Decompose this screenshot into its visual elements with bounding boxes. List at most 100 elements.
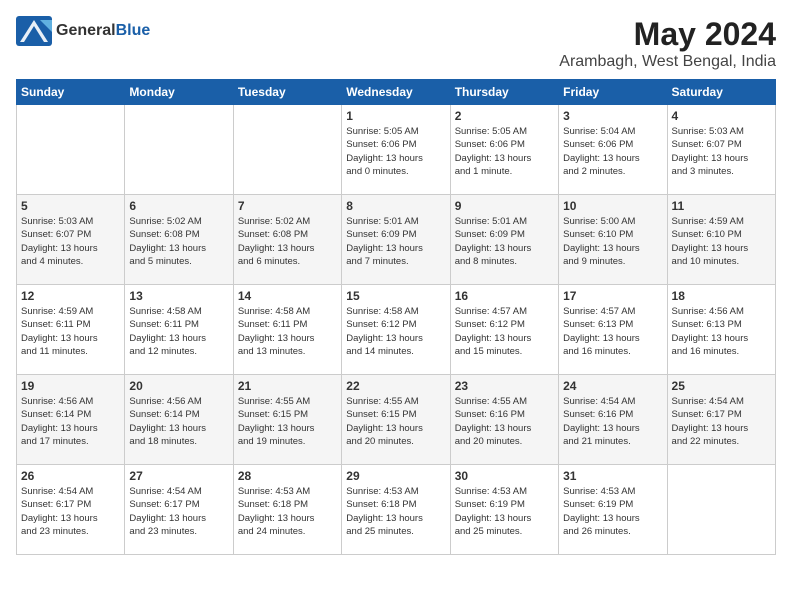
calendar-cell — [667, 465, 775, 555]
day-content: Sunrise: 5:02 AM Sunset: 6:08 PM Dayligh… — [238, 215, 337, 268]
day-content: Sunrise: 5:03 AM Sunset: 6:07 PM Dayligh… — [21, 215, 120, 268]
calendar-cell: 9 Sunrise: 5:01 AM Sunset: 6:09 PM Daylig… — [450, 195, 558, 285]
calendar-cell: 2Sunrise: 5:05 AM Sunset: 6:06 PM Daylig… — [450, 105, 558, 195]
calendar-cell: 13 Sunrise: 4:58 AM Sunset: 6:11 PM Dayli… — [125, 285, 233, 375]
day-number: 31 — [563, 469, 662, 483]
day-number: 6 — [129, 199, 228, 213]
header-tuesday: Tuesday — [233, 80, 341, 105]
calendar-cell: 14 Sunrise: 4:58 AM Sunset: 6:11 PM Dayli… — [233, 285, 341, 375]
day-content: Sunrise: 4:59 AM Sunset: 6:10 PM Dayligh… — [672, 215, 771, 268]
day-content: Sunrise: 5:01 AM Sunset: 6:09 PM Dayligh… — [455, 215, 554, 268]
header-thursday: Thursday — [450, 80, 558, 105]
day-content: Sunrise: 4:53 AM Sunset: 6:19 PM Dayligh… — [563, 485, 662, 538]
day-content: Sunrise: 4:55 AM Sunset: 6:15 PM Dayligh… — [346, 395, 445, 448]
day-content: Sunrise: 4:53 AM Sunset: 6:19 PM Dayligh… — [455, 485, 554, 538]
day-number: 30 — [455, 469, 554, 483]
day-content: Sunrise: 4:55 AM Sunset: 6:16 PM Dayligh… — [455, 395, 554, 448]
day-content: Sunrise: 5:01 AM Sunset: 6:09 PM Dayligh… — [346, 215, 445, 268]
calendar-cell: 6 Sunrise: 5:02 AM Sunset: 6:08 PM Daylig… — [125, 195, 233, 285]
calendar-week-3: 12Sunrise: 4:59 AM Sunset: 6:11 PM Dayli… — [17, 285, 776, 375]
day-number: 23 — [455, 379, 554, 393]
day-content: Sunrise: 5:02 AM Sunset: 6:08 PM Dayligh… — [129, 215, 228, 268]
day-number: 28 — [238, 469, 337, 483]
calendar-cell: 3 Sunrise: 5:04 AM Sunset: 6:06 PM Daylig… — [559, 105, 667, 195]
calendar-cell: 11 Sunrise: 4:59 AM Sunset: 6:10 PM Dayli… — [667, 195, 775, 285]
calendar-cell: 21 Sunrise: 4:55 AM Sunset: 6:15 PM Dayli… — [233, 375, 341, 465]
calendar-cell — [17, 105, 125, 195]
calendar-cell: 25Sunrise: 4:54 AM Sunset: 6:17 PM Dayli… — [667, 375, 775, 465]
calendar-table: SundayMondayTuesdayWednesdayThursdayFrid… — [16, 79, 776, 555]
calendar-cell: 19 Sunrise: 4:56 AM Sunset: 6:14 PM Dayli… — [17, 375, 125, 465]
day-content: Sunrise: 5:03 AM Sunset: 6:07 PM Dayligh… — [672, 125, 771, 178]
day-content: Sunrise: 4:56 AM Sunset: 6:13 PM Dayligh… — [672, 305, 771, 358]
calendar-cell: 20 Sunrise: 4:56 AM Sunset: 6:14 PM Dayli… — [125, 375, 233, 465]
day-number: 20 — [129, 379, 228, 393]
day-content: Sunrise: 4:56 AM Sunset: 6:14 PM Dayligh… — [129, 395, 228, 448]
day-content: Sunrise: 5:04 AM Sunset: 6:06 PM Dayligh… — [563, 125, 662, 178]
calendar-week-1: 1 Sunrise: 5:05 AM Sunset: 6:06 PM Daylig… — [17, 105, 776, 195]
day-content: Sunrise: 4:54 AM Sunset: 6:17 PM Dayligh… — [21, 485, 120, 538]
calendar-cell: 1 Sunrise: 5:05 AM Sunset: 6:06 PM Daylig… — [342, 105, 450, 195]
day-content: Sunrise: 4:53 AM Sunset: 6:18 PM Dayligh… — [238, 485, 337, 538]
calendar-cell: 5 Sunrise: 5:03 AM Sunset: 6:07 PM Daylig… — [17, 195, 125, 285]
calendar-cell: 30 Sunrise: 4:53 AM Sunset: 6:19 PM Dayli… — [450, 465, 558, 555]
calendar-week-5: 26 Sunrise: 4:54 AM Sunset: 6:17 PM Dayli… — [17, 465, 776, 555]
calendar-cell: 7 Sunrise: 5:02 AM Sunset: 6:08 PM Daylig… — [233, 195, 341, 285]
day-number: 13 — [129, 289, 228, 303]
day-content: Sunrise: 4:59 AM Sunset: 6:11 PM Dayligh… — [21, 305, 120, 358]
day-content: Sunrise: 4:58 AM Sunset: 6:11 PM Dayligh… — [129, 305, 228, 358]
calendar-header-row: SundayMondayTuesdayWednesdayThursdayFrid… — [17, 80, 776, 105]
logo-icon — [16, 16, 52, 46]
day-number: 9 — [455, 199, 554, 213]
day-number: 5 — [21, 199, 120, 213]
day-number: 27 — [129, 469, 228, 483]
day-content: Sunrise: 4:57 AM Sunset: 6:12 PM Dayligh… — [455, 305, 554, 358]
day-number: 1 — [346, 109, 445, 123]
header-saturday: Saturday — [667, 80, 775, 105]
day-number: 2 — [455, 109, 554, 123]
header-friday: Friday — [559, 80, 667, 105]
location: Arambagh, West Bengal, India — [559, 53, 776, 71]
calendar-cell — [233, 105, 341, 195]
day-number: 19 — [21, 379, 120, 393]
header-wednesday: Wednesday — [342, 80, 450, 105]
day-number: 8 — [346, 199, 445, 213]
calendar-week-4: 19 Sunrise: 4:56 AM Sunset: 6:14 PM Dayli… — [17, 375, 776, 465]
calendar-cell — [125, 105, 233, 195]
calendar-cell: 26 Sunrise: 4:54 AM Sunset: 6:17 PM Dayli… — [17, 465, 125, 555]
calendar-cell: 8 Sunrise: 5:01 AM Sunset: 6:09 PM Daylig… — [342, 195, 450, 285]
day-content: Sunrise: 4:54 AM Sunset: 6:17 PM Dayligh… — [129, 485, 228, 538]
calendar-cell: 28 Sunrise: 4:53 AM Sunset: 6:18 PM Dayli… — [233, 465, 341, 555]
day-content: Sunrise: 5:00 AM Sunset: 6:10 PM Dayligh… — [563, 215, 662, 268]
day-number: 21 — [238, 379, 337, 393]
day-content: Sunrise: 4:55 AM Sunset: 6:15 PM Dayligh… — [238, 395, 337, 448]
day-content: Sunrise: 4:57 AM Sunset: 6:13 PM Dayligh… — [563, 305, 662, 358]
day-content: Sunrise: 4:58 AM Sunset: 6:11 PM Dayligh… — [238, 305, 337, 358]
month-year: May 2024 — [559, 16, 776, 53]
day-number: 22 — [346, 379, 445, 393]
calendar-cell: 4 Sunrise: 5:03 AM Sunset: 6:07 PM Daylig… — [667, 105, 775, 195]
day-content: Sunrise: 4:58 AM Sunset: 6:12 PM Dayligh… — [346, 305, 445, 358]
calendar-cell: 17 Sunrise: 4:57 AM Sunset: 6:13 PM Dayli… — [559, 285, 667, 375]
header-monday: Monday — [125, 80, 233, 105]
day-number: 16 — [455, 289, 554, 303]
day-content: Sunrise: 4:54 AM Sunset: 6:16 PM Dayligh… — [563, 395, 662, 448]
day-number: 29 — [346, 469, 445, 483]
day-number: 11 — [672, 199, 771, 213]
day-number: 15 — [346, 289, 445, 303]
page-header: GeneralBlue May 2024 Arambagh, West Beng… — [16, 16, 776, 71]
day-content: Sunrise: 4:56 AM Sunset: 6:14 PM Dayligh… — [21, 395, 120, 448]
day-content: Sunrise: 4:53 AM Sunset: 6:18 PM Dayligh… — [346, 485, 445, 538]
day-number: 14 — [238, 289, 337, 303]
day-number: 3 — [563, 109, 662, 123]
day-number: 26 — [21, 469, 120, 483]
calendar-cell: 10Sunrise: 5:00 AM Sunset: 6:10 PM Dayli… — [559, 195, 667, 285]
day-number: 18 — [672, 289, 771, 303]
calendar-cell: 29 Sunrise: 4:53 AM Sunset: 6:18 PM Dayli… — [342, 465, 450, 555]
day-number: 17 — [563, 289, 662, 303]
day-number: 25 — [672, 379, 771, 393]
day-content: Sunrise: 5:05 AM Sunset: 6:06 PM Dayligh… — [346, 125, 445, 178]
day-number: 7 — [238, 199, 337, 213]
day-number: 4 — [672, 109, 771, 123]
calendar-cell: 15 Sunrise: 4:58 AM Sunset: 6:12 PM Dayli… — [342, 285, 450, 375]
